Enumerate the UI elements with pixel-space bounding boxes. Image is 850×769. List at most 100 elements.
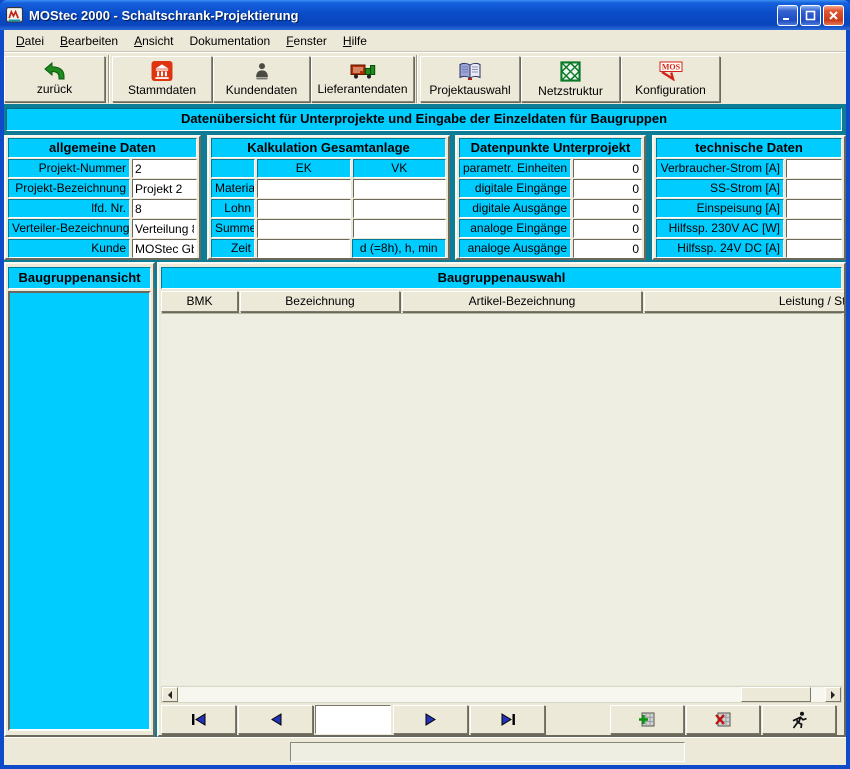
last-record-button[interactable] (470, 705, 545, 734)
projekt-bezeichnung-field[interactable] (132, 179, 197, 198)
material-ek-field[interactable] (257, 179, 351, 198)
field-label: Material (211, 179, 255, 198)
field-label: Hilfssp. 230V AC [W] (656, 219, 784, 238)
mos-logo-icon: MOS (657, 61, 685, 81)
hilfssp-230v-field[interactable] (786, 219, 842, 238)
window-title: MOStec 2000 - Schaltschrank-Projektierun… (29, 8, 777, 23)
menu-bar: Datei Bearbeiten Ansicht Dokumentation F… (4, 30, 846, 52)
field-label: lfd. Nr. (8, 199, 130, 218)
projekt-nummer-field[interactable] (132, 159, 197, 178)
maximize-button[interactable] (800, 5, 821, 26)
panel-technische-daten: technische Daten Verbraucher-Strom [A] S… (652, 135, 846, 260)
panel-title: allgemeine Daten (8, 138, 197, 158)
baugruppen-tree-list[interactable] (8, 291, 151, 731)
netzstruktur-button[interactable]: Netzstruktur (521, 56, 620, 102)
record-number-input[interactable] (315, 705, 391, 734)
field-label: Einspeisung [A] (656, 199, 784, 218)
analoge-eingaenge-field[interactable] (573, 219, 642, 238)
toolbar: zurück Stammdaten Kundendaten (4, 52, 846, 104)
column-header-leistung-strom[interactable]: Leistung / Strom (644, 291, 846, 312)
digitale-eingaenge-field[interactable] (573, 179, 642, 198)
grid-header-row: BMK Bezeichnung Artikel-Bezeichnung Leis… (161, 291, 846, 312)
field-label: analoge Ausgänge (459, 239, 571, 258)
summe-vk-field[interactable] (353, 219, 447, 238)
panel-kalkulation: Kalkulation Gesamtanlage EK VK Material … (207, 135, 450, 260)
hilfssp-24v-field[interactable] (786, 239, 842, 258)
scroll-right-button[interactable] (825, 687, 841, 702)
panel-datenpunkte: Datenpunkte Unterprojekt parametr. Einhe… (455, 135, 646, 260)
zurueck-button[interactable]: zurück (4, 56, 105, 102)
bank-building-icon (151, 61, 173, 81)
baugruppenauswahl-panel: Baugruppenauswahl BMK Bezeichnung Artike… (157, 262, 846, 737)
toolbar-label: Projektauswahl (429, 83, 510, 97)
first-record-icon (190, 713, 208, 726)
delete-record-icon (713, 711, 733, 729)
lohn-ek-field[interactable] (257, 199, 351, 218)
menu-hilfe[interactable]: Hilfe (335, 31, 375, 51)
menu-dokumentation[interactable]: Dokumentation (181, 31, 278, 51)
lohn-vk-field[interactable] (353, 199, 447, 218)
lieferantendaten-button[interactable]: Lieferantendaten (311, 56, 414, 102)
column-header-bmk[interactable]: BMK (161, 291, 238, 312)
projektauswahl-button[interactable]: Projektauswahl (420, 56, 520, 102)
menu-datei[interactable]: Datei (8, 31, 52, 51)
konfiguration-button[interactable]: MOS Konfiguration (621, 56, 720, 102)
baugruppenansicht-title: Baugruppenansicht (8, 267, 151, 289)
previous-record-icon (269, 713, 283, 726)
analoge-ausgaenge-field[interactable] (573, 239, 642, 258)
menu-ansicht[interactable]: Ansicht (126, 31, 181, 51)
baugruppenauswahl-title: Baugruppenauswahl (161, 267, 842, 289)
baugruppen-grid-body[interactable] (161, 313, 842, 685)
previous-record-button[interactable] (238, 705, 313, 734)
add-record-button[interactable] (610, 705, 684, 734)
menu-bearbeiten[interactable]: Bearbeiten (52, 31, 126, 51)
panel-allgemeine-daten: allgemeine Daten Projekt-Nummer Projekt-… (4, 135, 201, 260)
zeit-field[interactable] (257, 239, 350, 258)
summe-ek-field[interactable] (257, 219, 351, 238)
minimize-button[interactable] (777, 5, 798, 26)
baugruppenansicht-panel: Baugruppenansicht (4, 262, 155, 737)
back-arrow-icon (43, 62, 67, 80)
parametr-einheiten-field[interactable] (573, 159, 642, 178)
horizontal-scrollbar[interactable] (161, 686, 842, 703)
menu-fenster[interactable]: Fenster (278, 31, 335, 51)
stammdaten-button[interactable]: Stammdaten (112, 56, 212, 102)
delete-record-button[interactable] (686, 705, 760, 734)
next-record-button[interactable] (393, 705, 468, 734)
toolbar-separator (108, 55, 110, 103)
verbraucher-strom-field[interactable] (786, 159, 842, 178)
column-header-artikel-bezeichnung[interactable]: Artikel-Bezeichnung (402, 291, 642, 312)
close-button[interactable] (823, 5, 844, 26)
scroll-left-icon (164, 691, 172, 699)
title-bar[interactable]: MOStec 2000 - Schaltschrank-Projektierun… (0, 0, 850, 30)
field-label: Verbraucher-Strom [A] (656, 159, 784, 178)
einspeisung-field[interactable] (786, 199, 842, 218)
field-label: Kunde (8, 239, 130, 258)
material-vk-field[interactable] (353, 179, 447, 198)
record-navigator (161, 705, 842, 735)
toolbar-label: Konfiguration (635, 83, 706, 97)
first-record-button[interactable] (161, 705, 236, 734)
field-label: Hilfssp. 24V DC [A] (656, 239, 784, 258)
scrollbar-thumb[interactable] (741, 687, 811, 702)
ss-strom-field[interactable] (786, 179, 842, 198)
digitale-ausgaenge-field[interactable] (573, 199, 642, 218)
scroll-left-button[interactable] (162, 687, 178, 702)
toolbar-label: zurück (37, 82, 72, 96)
kundendaten-button[interactable]: Kundendaten (213, 56, 310, 102)
minimize-icon (782, 10, 793, 21)
panel-title: Datenpunkte Unterprojekt (459, 138, 642, 158)
verteiler-bezeichnung-field[interactable] (132, 219, 197, 238)
lfd-nr-field[interactable] (132, 199, 197, 218)
network-grid-icon (560, 61, 581, 82)
field-label: Projekt-Bezeichnung (8, 179, 130, 198)
column-header-bezeichnung[interactable]: Bezeichnung (240, 291, 400, 312)
run-icon (790, 711, 808, 729)
toolbar-label: Lieferantendaten (317, 82, 407, 96)
svg-text:MOS: MOS (661, 63, 680, 72)
kunde-field[interactable] (132, 239, 197, 258)
next-record-icon (424, 713, 438, 726)
toolbar-label: Kundendaten (226, 83, 297, 97)
delivery-truck-icon (350, 62, 376, 80)
execute-button[interactable] (762, 705, 836, 734)
